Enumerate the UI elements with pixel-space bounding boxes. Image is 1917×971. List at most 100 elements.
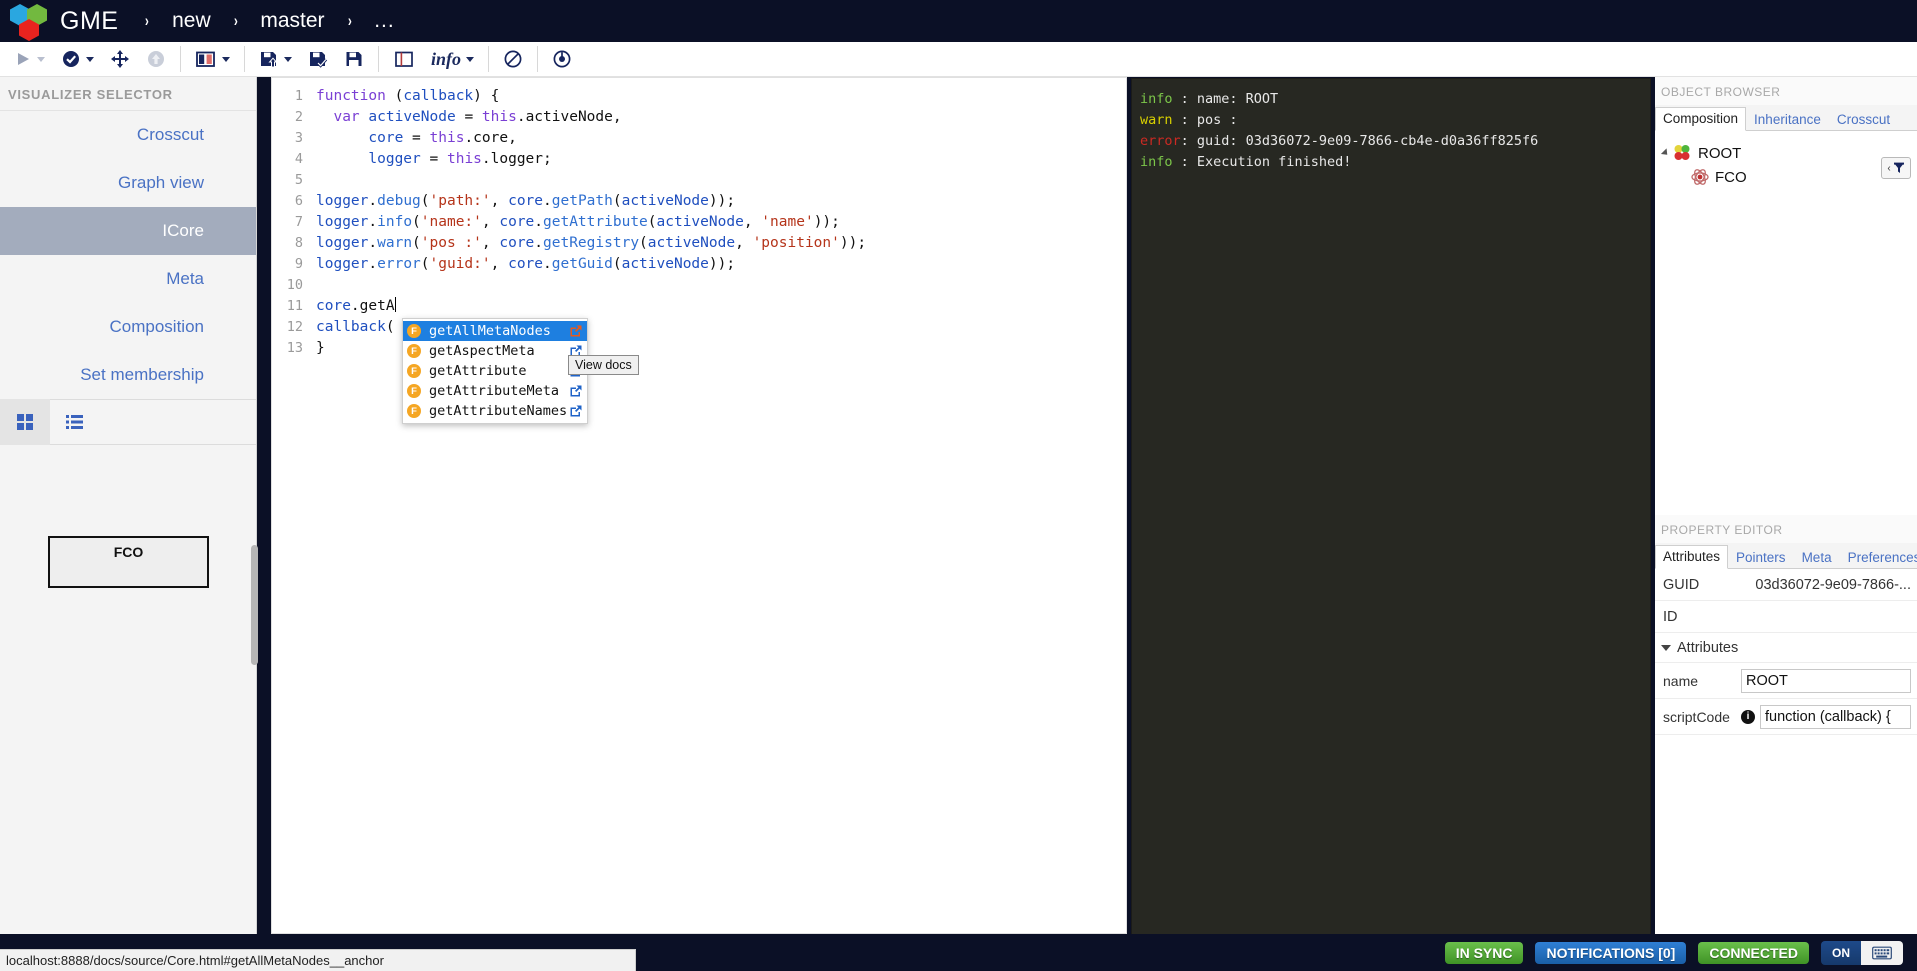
execute-button[interactable] <box>6 42 53 76</box>
code-editor[interactable]: 1 2 3 4 5 6 7 8 9 10 11 12 13 function (callback) { … <box>272 78 1126 933</box>
console-line: info : Execution finished! <box>1140 152 1642 173</box>
code-token: 'pos :' <box>420 235 482 251</box>
object-browser-tabs: Composition Inheritance Crosscut <box>1655 105 1917 131</box>
code-token: . <box>368 193 378 209</box>
console-level: warn <box>1140 112 1181 128</box>
autocomplete-item-label: getAttributeNames <box>429 403 568 419</box>
tab-preferences[interactable]: Preferences <box>1840 546 1917 569</box>
canvas-node-fco[interactable]: FCO <box>48 536 209 588</box>
save-check-button[interactable] <box>300 42 336 76</box>
external-link-icon[interactable] <box>569 384 583 398</box>
code-token: 'name:' <box>420 214 482 230</box>
status-badge-connected[interactable]: CONNECTED <box>1698 941 1809 964</box>
view-docs-tooltip: View docs <box>568 355 639 375</box>
scriptcode-input[interactable]: function (callback) { <box>1760 704 1911 729</box>
code-line: logger = this.logger; <box>316 149 1126 170</box>
keyboard-shortcut-toggle[interactable]: ON <box>1821 940 1903 965</box>
disable-button[interactable] <box>495 42 531 76</box>
breadcrumb-branch[interactable]: master <box>260 9 324 33</box>
property-group-label: Attributes <box>1677 639 1739 656</box>
check-button[interactable] <box>53 42 102 76</box>
sidebar-item-composition[interactable]: Composition <box>0 303 256 351</box>
code-token: info <box>377 214 413 230</box>
toggle-knob[interactable] <box>1861 940 1903 965</box>
code-token: )); <box>839 235 867 251</box>
object-browser-title: OBJECT BROWSER <box>1655 77 1917 105</box>
line-number: 11 <box>286 298 303 314</box>
tree-node-fco[interactable]: FCO <box>1661 165 1911 189</box>
autocomplete-item[interactable]: FgetAllMetaNodes <box>403 321 587 341</box>
code-token: . <box>543 256 552 272</box>
tab-crosscut[interactable]: Crosscut <box>1829 108 1898 131</box>
console-level: info <box>1140 91 1181 107</box>
tab-composition[interactable]: Composition <box>1655 107 1747 131</box>
info-dropdown[interactable]: info <box>423 42 482 76</box>
external-link-icon[interactable] <box>569 324 583 338</box>
property-group-attributes[interactable]: Attributes <box>1655 633 1917 663</box>
save-button[interactable] <box>336 42 372 76</box>
line-number: 13 <box>286 340 303 356</box>
line-number: 1 <box>294 88 303 104</box>
code-token: ( <box>385 88 404 104</box>
external-link-icon[interactable] <box>569 404 583 418</box>
property-key: GUID <box>1663 576 1700 593</box>
console-separator: : <box>1180 91 1197 107</box>
tab-meta[interactable]: Meta <box>1794 546 1840 569</box>
sidebar-scrollbar[interactable] <box>251 545 258 665</box>
console-separator: : <box>1180 112 1197 128</box>
tree-filter-button[interactable]: ‹ <box>1881 157 1911 179</box>
code-token: this <box>446 151 482 167</box>
status-badge-sync[interactable]: IN SYNC <box>1444 941 1524 964</box>
code-token: ( <box>420 193 430 209</box>
brand-title[interactable]: GME <box>60 7 118 36</box>
move-button[interactable] <box>102 42 138 76</box>
expand-triangle-icon[interactable] <box>1660 148 1671 158</box>
history-button[interactable] <box>544 42 580 76</box>
code-token: = <box>403 130 430 146</box>
code-line: logger.info('name:', core.getAttribute(a… <box>316 212 1126 233</box>
code-token: 'path:' <box>429 193 491 209</box>
code-token: getPath <box>551 193 613 209</box>
code-line: function (callback) { <box>316 86 1126 107</box>
split-view-button[interactable] <box>187 42 238 76</box>
code-token: . <box>368 256 378 272</box>
save-as-button[interactable] <box>251 42 300 76</box>
console-message: name: ROOT <box>1196 91 1279 107</box>
code-token: ( <box>420 256 430 272</box>
code-line: logger.debug('path:', core.getPath(activ… <box>316 191 1126 212</box>
autocomplete-item[interactable]: FgetAttribute <box>403 361 587 381</box>
code-token: activeNode <box>621 256 709 272</box>
status-badge-notifications[interactable]: NOTIFICATIONS [0] <box>1535 941 1687 964</box>
sidebar-item-meta[interactable]: Meta <box>0 255 256 303</box>
tab-inheritance[interactable]: Inheritance <box>1746 108 1829 131</box>
sidebar-item-graph-view[interactable]: Graph view <box>0 159 256 207</box>
property-field-scriptcode: scriptCode i function (callback) { <box>1655 699 1917 735</box>
layout-button[interactable] <box>385 42 423 76</box>
tab-pointers[interactable]: Pointers <box>1728 546 1794 569</box>
fco-atom-icon <box>1691 169 1709 185</box>
autocomplete-popup[interactable]: FgetAllMetaNodes FgetAspectMeta FgetAttrib… <box>402 318 588 424</box>
breadcrumb-project[interactable]: new <box>172 9 211 33</box>
code-token: , <box>735 235 753 251</box>
autocomplete-item[interactable]: FgetAttributeMeta <box>403 381 587 401</box>
collapse-triangle-icon[interactable] <box>1661 644 1671 651</box>
breadcrumb-more[interactable]: ... <box>374 9 395 33</box>
list-view-tab[interactable] <box>50 399 100 445</box>
chevron-down-icon <box>466 56 475 62</box>
autocomplete-item[interactable]: FgetAspectMeta <box>403 341 587 361</box>
tree-node-root[interactable]: ROOT <box>1660 141 1911 165</box>
right-panel-column: OBJECT BROWSER Composition Inheritance C… <box>1655 77 1917 971</box>
autocomplete-item[interactable]: FgetAttributeNames <box>403 401 587 421</box>
console-level: error <box>1140 133 1181 149</box>
sidebar-item-set-membership[interactable]: Set membership <box>0 351 256 399</box>
tab-attributes[interactable]: Attributes <box>1655 545 1729 569</box>
name-input[interactable]: ROOT <box>1741 668 1911 693</box>
sidebar-item-icore[interactable]: ICore <box>0 207 256 255</box>
grid-view-tab[interactable] <box>0 399 50 445</box>
upload-button[interactable] <box>138 42 174 76</box>
line-number: 9 <box>294 256 303 272</box>
info-icon[interactable]: i <box>1741 709 1755 724</box>
sidebar-item-crosscut[interactable]: Crosscut <box>0 111 256 159</box>
info-dropdown-label: info <box>431 48 462 69</box>
columns-icon <box>196 51 215 67</box>
